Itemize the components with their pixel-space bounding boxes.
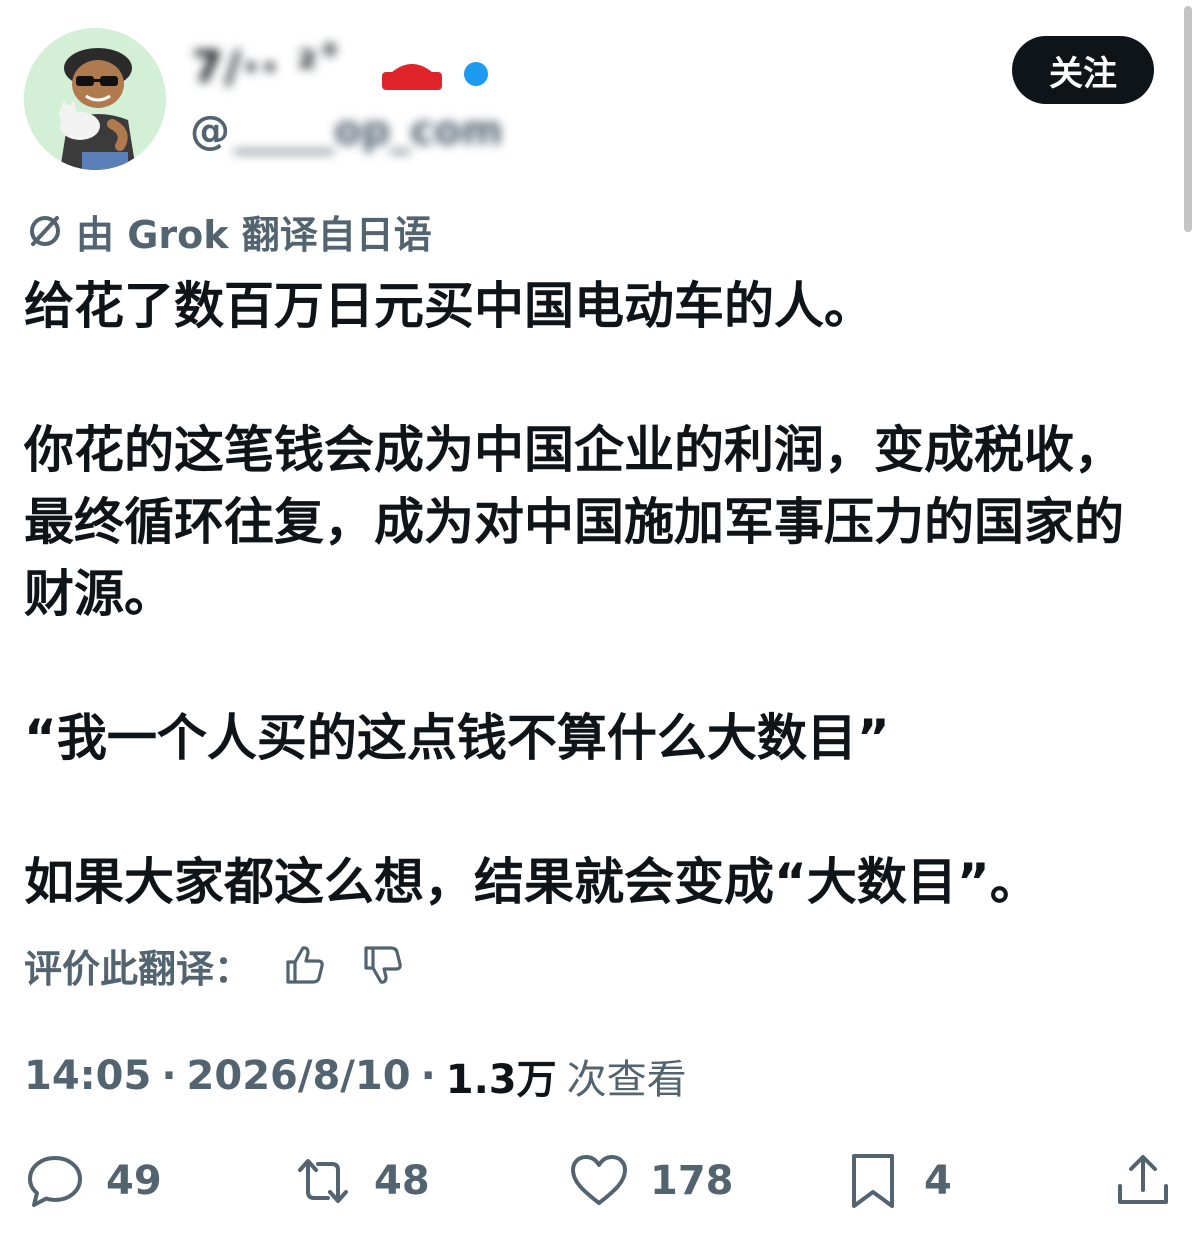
user-handle[interactable]: @ _____op_com	[190, 108, 503, 154]
handle-text: _____op_com	[234, 108, 503, 154]
like-button[interactable]: 178	[568, 1146, 734, 1216]
heart-icon	[571, 1155, 627, 1205]
share-button[interactable]	[1112, 1146, 1174, 1216]
views-label: 次查看	[566, 1057, 687, 1103]
meta-separator: ·	[420, 1053, 436, 1099]
repost-button[interactable]: 48	[292, 1146, 430, 1216]
display-name[interactable]: 7∕·· ²˚	[192, 42, 343, 93]
bookmark-count: 4	[924, 1158, 952, 1204]
tweet-paragraph: 你花的这笔钱会成为中国企业的利润，变成税收，最终循环往复，成为对中国施加军事压力…	[24, 421, 1124, 623]
views-count[interactable]: 1.3万	[446, 1047, 557, 1105]
translation-note-text: 由 Grok 翻译自日语	[76, 212, 432, 257]
grok-slash-icon	[30, 216, 60, 246]
share-upload-icon	[1118, 1155, 1168, 1204]
tweet-paragraph: 如果大家都这么想，结果就会变成“大数目”。	[24, 853, 1040, 911]
repost-count: 48	[374, 1158, 430, 1204]
meta-separator: ·	[161, 1053, 177, 1099]
name-badges-icon	[382, 62, 488, 90]
handle-at: @	[190, 108, 230, 154]
thumbs-down-icon	[364, 946, 402, 984]
tweet-paragraph: 给花了数百万日元买中国电动车的人。	[24, 277, 874, 335]
thumbs-down-button[interactable]	[358, 940, 408, 990]
tweet-paragraph: “我一个人买的这点钱不算什么大数目”	[24, 709, 890, 767]
rate-translation: 评价此翻译：	[24, 936, 408, 994]
scrollbar-thumb[interactable]	[1184, 6, 1192, 232]
reply-count: 49	[106, 1158, 162, 1204]
tweet-text: 给花了数百万日元买中国电动车的人。 你花的这笔钱会成为中国企业的利润，变成税收，…	[24, 270, 1164, 918]
translation-note: 由 Grok 翻译自日语	[24, 204, 432, 258]
bookmark-button[interactable]: 4	[842, 1146, 952, 1216]
like-count: 178	[650, 1158, 734, 1204]
reply-button[interactable]: 49	[24, 1146, 162, 1216]
action-bar: 49 48 178 4	[0, 1146, 1200, 1216]
reply-bubble-icon	[28, 1156, 82, 1207]
avatar[interactable]	[24, 28, 166, 170]
avatar-image	[24, 28, 166, 170]
tweet-meta: 14:05 · 2026/8/10 · 1.3万 次查看	[24, 1046, 687, 1106]
tweet-time[interactable]: 14:05	[24, 1053, 151, 1099]
tweet-date[interactable]: 2026/8/10	[187, 1053, 411, 1099]
thumbs-up-button[interactable]	[280, 940, 330, 990]
follow-button[interactable]: 关注	[1012, 36, 1154, 104]
repost-arrows-icon	[298, 1159, 348, 1203]
rate-translation-label: 评价此翻译：	[24, 946, 253, 991]
bookmark-icon	[852, 1154, 894, 1208]
thumbs-up-icon	[286, 946, 324, 984]
